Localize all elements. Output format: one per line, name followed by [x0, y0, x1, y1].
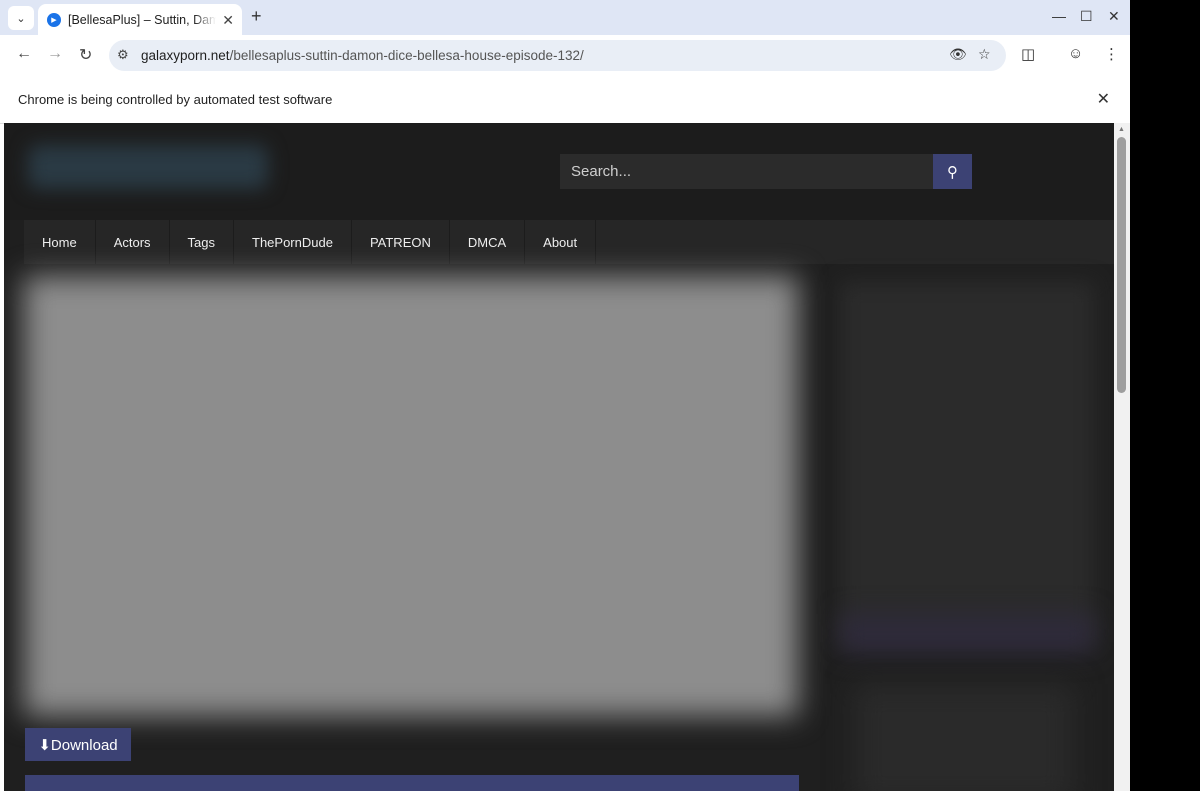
- content-bar: [25, 775, 799, 791]
- page-scrollbar[interactable]: ▲: [1114, 123, 1130, 791]
- site-favicon-icon: ▶: [47, 12, 61, 27]
- main-content: ⬇Download: [4, 264, 1114, 791]
- sidebar-banner: [840, 614, 1094, 654]
- nav-dmca[interactable]: DMCA: [449, 220, 526, 264]
- reload-icon[interactable]: ↻: [79, 45, 92, 65]
- infobar-text: Chrome is being controlled by automated …: [18, 92, 333, 107]
- scroll-up-icon[interactable]: ▲: [1118, 126, 1125, 133]
- maximize-icon[interactable]: ☐: [1080, 8, 1093, 25]
- search-button[interactable]: ⚲: [933, 154, 972, 189]
- tab-strip: ⌄ ▶ [BellesaPlus] – Suttin, Damon Dice ✕…: [0, 0, 1130, 35]
- nav-actors[interactable]: Actors: [95, 220, 170, 264]
- close-window-icon[interactable]: ✕: [1108, 8, 1120, 25]
- sidebar-widget-lower: [854, 684, 1074, 791]
- nav-theporndude[interactable]: ThePornDude: [234, 220, 352, 264]
- new-tab-button[interactable]: +: [251, 6, 262, 27]
- search-icon: ⚲: [947, 163, 958, 181]
- site-header: ⚲: [4, 123, 1114, 220]
- main-nav: Home Actors Tags ThePornDude PATREON DMC…: [24, 220, 1114, 264]
- extensions-icon[interactable]: ◫: [1021, 45, 1035, 63]
- nav-home[interactable]: Home: [24, 220, 96, 264]
- back-arrow-icon[interactable]: ←: [16, 45, 32, 63]
- url-text: galaxyporn.net/bellesaplus-suttin-damon-…: [141, 48, 584, 63]
- forward-arrow-icon[interactable]: →: [47, 45, 63, 63]
- minimize-icon[interactable]: —: [1052, 8, 1066, 24]
- active-tab[interactable]: ▶ [BellesaPlus] – Suttin, Damon Dice ✕: [38, 4, 242, 35]
- tab-title: [BellesaPlus] – Suttin, Damon Dice: [68, 12, 216, 27]
- site-info-icon[interactable]: ⚙: [117, 47, 129, 63]
- scroll-thumb[interactable]: [1117, 137, 1126, 393]
- search-input[interactable]: [560, 154, 933, 189]
- chevron-down-icon: ⌄: [16, 12, 26, 25]
- sidebar-widget: [840, 282, 1094, 642]
- browser-window: ⌄ ▶ [BellesaPlus] – Suttin, Damon Dice ✕…: [0, 0, 1130, 791]
- tab-search-button[interactable]: ⌄: [8, 6, 34, 30]
- nav-tags[interactable]: Tags: [169, 220, 234, 264]
- search-form: ⚲: [560, 154, 972, 189]
- browser-toolbar: ← → ↻ ⚙ galaxyporn.net/bellesaplus-sutti…: [0, 35, 1130, 76]
- profile-icon[interactable]: ☺: [1068, 45, 1083, 62]
- nav-about[interactable]: About: [525, 220, 597, 264]
- site-logo[interactable]: [28, 145, 268, 189]
- download-button[interactable]: ⬇Download: [25, 728, 131, 761]
- video-player[interactable]: [24, 276, 798, 716]
- web-page: ⚲ Home Actors Tags ThePornDude PATREON D…: [4, 123, 1114, 791]
- nav-patreon[interactable]: PATREON: [351, 220, 450, 264]
- address-bar[interactable]: ⚙ galaxyporn.net/bellesaplus-suttin-damo…: [109, 40, 1006, 71]
- star-icon[interactable]: ☆: [978, 46, 991, 63]
- automation-infobar: Chrome is being controlled by automated …: [0, 76, 1130, 124]
- eye-slash-icon[interactable]: 👁: [949, 46, 967, 63]
- close-icon[interactable]: ✕: [1097, 89, 1110, 109]
- close-tab-icon[interactable]: ✕: [222, 12, 234, 29]
- menu-kebab-icon[interactable]: ⋮: [1104, 45, 1119, 63]
